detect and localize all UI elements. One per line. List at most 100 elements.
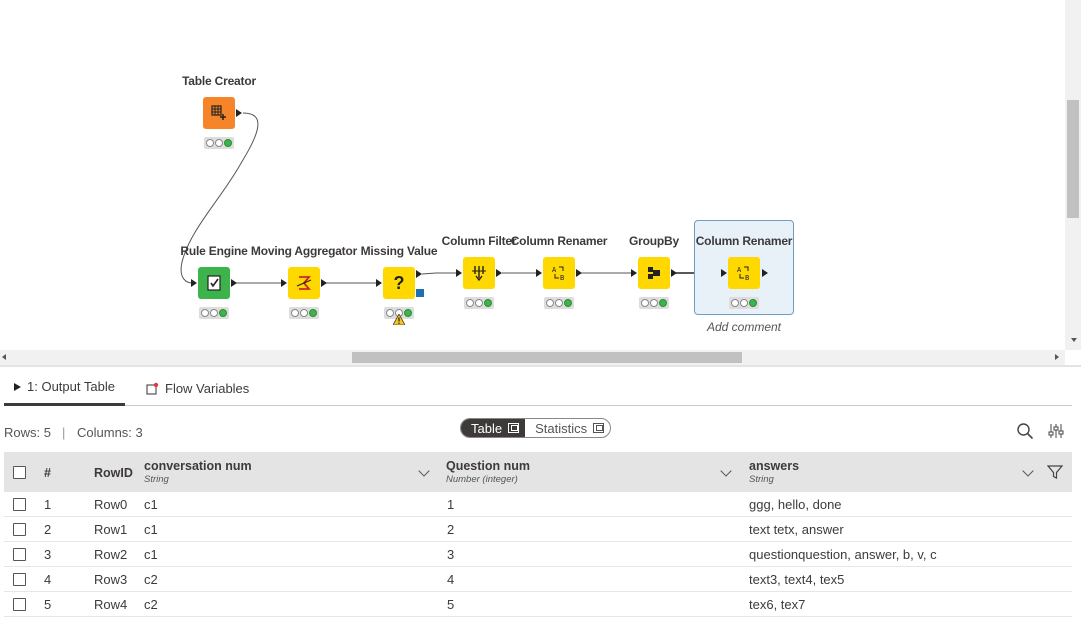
popout-icon xyxy=(508,423,520,433)
node-table-creator[interactable] xyxy=(203,97,235,129)
row-checkbox[interactable] xyxy=(13,573,26,586)
output-port[interactable] xyxy=(236,109,242,117)
output-port[interactable] xyxy=(416,270,422,278)
node-title-table-creator: Table Creator xyxy=(182,74,256,88)
input-port[interactable] xyxy=(376,279,382,287)
table-creator-icon xyxy=(211,105,226,120)
tab-output-table-label: 1: Output Table xyxy=(27,379,115,394)
node-column-renamer-selected[interactable]: AB xyxy=(728,257,760,289)
cell-conversation-num: c1 xyxy=(144,522,158,537)
connections xyxy=(180,112,720,284)
cell-index: 1 xyxy=(44,497,52,512)
row-checkbox[interactable] xyxy=(13,523,26,536)
column-filter-icon xyxy=(472,266,486,282)
scroll-down-arrow[interactable] xyxy=(1071,338,1077,342)
cell-answers: questionquestion, answer, b, v, c xyxy=(749,547,937,562)
output-port[interactable] xyxy=(496,269,502,277)
tab-flow-variables-label: Flow Variables xyxy=(165,380,250,396)
node-moving-aggregator[interactable] xyxy=(288,267,320,299)
chevron-down-icon[interactable] xyxy=(418,465,430,477)
vertical-scroll-thumb[interactable] xyxy=(1067,100,1079,218)
filter-icon[interactable] xyxy=(1047,464,1063,480)
rows-count: Rows: 5 xyxy=(4,425,51,440)
node-status xyxy=(204,137,234,149)
row-checkbox[interactable] xyxy=(13,548,26,561)
popout-icon xyxy=(593,423,605,433)
play-icon xyxy=(14,382,21,391)
node-missing-value[interactable]: ? xyxy=(383,267,415,299)
chevron-down-icon[interactable] xyxy=(720,465,732,477)
toggle-table[interactable]: Table xyxy=(461,419,526,437)
input-port[interactable] xyxy=(721,269,727,277)
header-question-num[interactable]: Question num Number (integer) xyxy=(446,459,530,485)
tab-flow-variables[interactable]: Flow Variables xyxy=(146,370,249,406)
header-conversation-num[interactable]: conversation num String xyxy=(144,459,252,485)
cell-question-num: 4 xyxy=(447,572,455,587)
output-tabs: 1: Output Table Flow Variables xyxy=(4,370,1072,406)
table-row[interactable]: 5 Row4 c2 5 tex6, tex7 xyxy=(4,592,1072,617)
view-toggle: Table Statistics xyxy=(460,418,612,438)
header-answers-type: String xyxy=(749,474,774,485)
header-answers[interactable]: answers String xyxy=(749,459,799,485)
node-status xyxy=(639,297,669,309)
select-all-checkbox[interactable] xyxy=(13,466,26,479)
output-port[interactable] xyxy=(321,279,327,287)
input-port[interactable] xyxy=(631,269,637,277)
tab-output-table[interactable]: 1: Output Table xyxy=(4,370,125,406)
table-row[interactable]: 1 Row0 c1 1 ggg, hello, done xyxy=(4,492,1072,517)
table-header: # RowID conversation num String Question… xyxy=(4,452,1072,492)
node-groupby[interactable] xyxy=(638,257,670,289)
row-checkbox[interactable] xyxy=(13,598,26,611)
horizontal-scrollbar[interactable] xyxy=(0,350,1065,365)
cell-question-num: 5 xyxy=(447,597,455,612)
input-port[interactable] xyxy=(191,279,197,287)
node-rule-engine[interactable] xyxy=(198,267,230,299)
input-port[interactable] xyxy=(456,269,462,277)
table-row[interactable]: 4 Row3 c2 4 text3, text4, tex5 xyxy=(4,567,1072,592)
cell-conversation-num: c2 xyxy=(144,597,158,612)
groupby-icon xyxy=(648,267,660,279)
cell-answers: text3, text4, tex5 xyxy=(749,572,845,587)
model-output-port[interactable] xyxy=(416,289,424,297)
column-renamer-icon: AB xyxy=(552,266,564,282)
header-conversation-num-name: conversation num xyxy=(144,459,252,473)
output-port[interactable] xyxy=(231,279,237,287)
table-info-bar: Rows: 5 | Columns: 3 Table Statistics xyxy=(4,418,1072,446)
cell-index: 3 xyxy=(44,547,52,562)
input-port[interactable] xyxy=(536,269,542,277)
toggle-statistics[interactable]: Statistics xyxy=(525,419,610,437)
column-renamer-icon: AB xyxy=(737,266,749,282)
cell-rowid: Row4 xyxy=(94,597,128,612)
node-column-renamer[interactable]: AB xyxy=(543,257,575,289)
table-row[interactable]: 3 Row2 c1 3 questionquestion, answer, b,… xyxy=(4,542,1072,567)
toggle-table-label: Table xyxy=(471,420,503,436)
chevron-down-icon[interactable] xyxy=(1022,465,1034,477)
search-icon[interactable] xyxy=(1016,422,1034,440)
header-conversation-num-type: String xyxy=(144,474,169,485)
workflow-canvas[interactable]: Table Creator Rule Engine Moving Aggrega… xyxy=(0,0,1081,366)
output-port[interactable] xyxy=(762,269,768,277)
vertical-scrollbar[interactable] xyxy=(1065,0,1081,350)
panel-divider[interactable] xyxy=(0,365,1081,367)
add-comment[interactable]: Add comment xyxy=(707,320,781,334)
horizontal-scroll-thumb[interactable] xyxy=(352,352,742,363)
settings-icon[interactable] xyxy=(1048,423,1064,439)
node-title-column-renamer: Column Renamer xyxy=(510,234,608,248)
output-port[interactable] xyxy=(576,269,582,277)
header-rowid[interactable]: RowID xyxy=(94,466,133,480)
cell-question-num: 1 xyxy=(447,497,455,512)
output-port[interactable] xyxy=(671,269,677,277)
cell-rowid: Row0 xyxy=(94,497,128,512)
node-title-rule-engine: Rule Engine xyxy=(180,244,248,258)
cell-answers: text tetx, answer xyxy=(749,522,844,537)
cell-question-num: 2 xyxy=(447,522,455,537)
scroll-left-arrow[interactable] xyxy=(2,354,6,360)
node-column-filter[interactable] xyxy=(463,257,495,289)
table-row[interactable]: 2 Row1 c1 2 text tetx, answer xyxy=(4,517,1072,542)
input-port[interactable] xyxy=(281,279,287,287)
missing-value-icon: ? xyxy=(393,272,405,293)
scroll-right-arrow[interactable] xyxy=(1055,354,1059,360)
row-checkbox[interactable] xyxy=(13,498,26,511)
node-status xyxy=(199,307,229,319)
flow-variables-icon xyxy=(146,382,159,395)
